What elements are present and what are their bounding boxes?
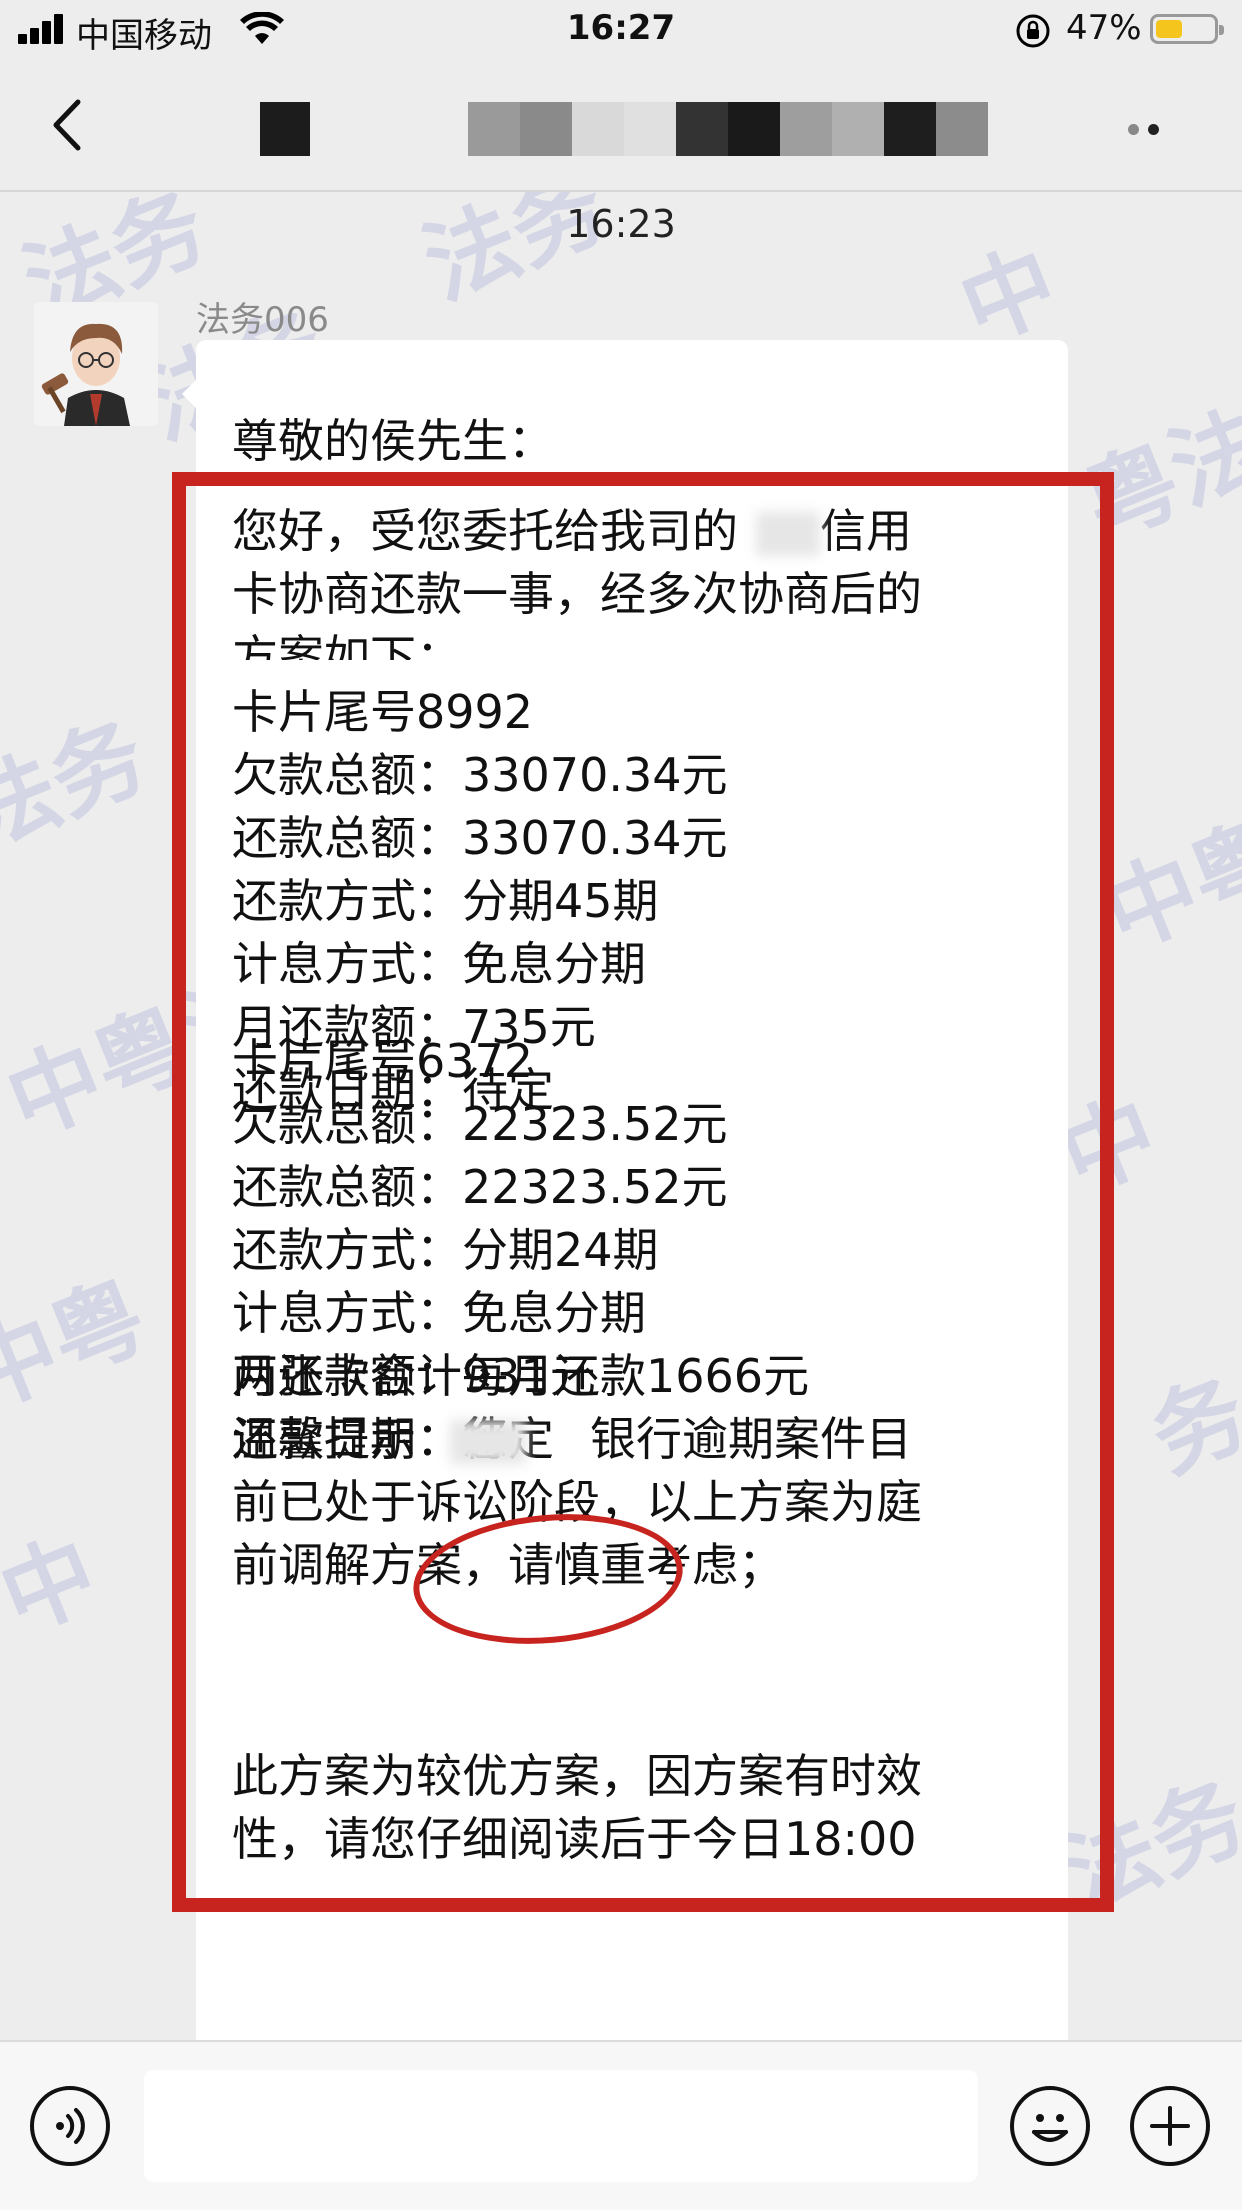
message-line: 尊敬的侯先生： xyxy=(232,414,554,468)
watermark-text: 务 xyxy=(1136,1359,1242,1493)
status-time: 16:27 xyxy=(566,8,676,48)
watermark-text: 法务 xyxy=(0,701,161,870)
more-dots-icon[interactable] xyxy=(1128,120,1168,139)
message-input[interactable] xyxy=(144,2070,978,2182)
input-bar xyxy=(0,2040,1242,2210)
chat-title-redacted xyxy=(260,102,988,156)
battery-percent: 47% xyxy=(1066,8,1142,48)
message-timestamp: 16:23 xyxy=(566,202,676,246)
plus-icon[interactable] xyxy=(1130,2086,1210,2166)
voice-icon[interactable] xyxy=(30,2086,110,2166)
battery-level xyxy=(1156,20,1182,38)
watermark-text: 中粤 xyxy=(0,1261,161,1430)
avatar[interactable] xyxy=(34,302,158,426)
battery-icon xyxy=(1150,14,1224,44)
sender-name: 法务006 xyxy=(196,300,329,340)
status-bar: 中国移动 16:27 47% xyxy=(0,0,1242,62)
watermark-text: 中 xyxy=(0,1519,112,1653)
chat-header xyxy=(0,62,1242,192)
chevron-left-icon[interactable] xyxy=(38,90,108,160)
orientation-lock-icon xyxy=(1014,12,1052,50)
highlight-box xyxy=(172,472,1114,1912)
emoji-icon[interactable] xyxy=(1010,2086,1090,2166)
